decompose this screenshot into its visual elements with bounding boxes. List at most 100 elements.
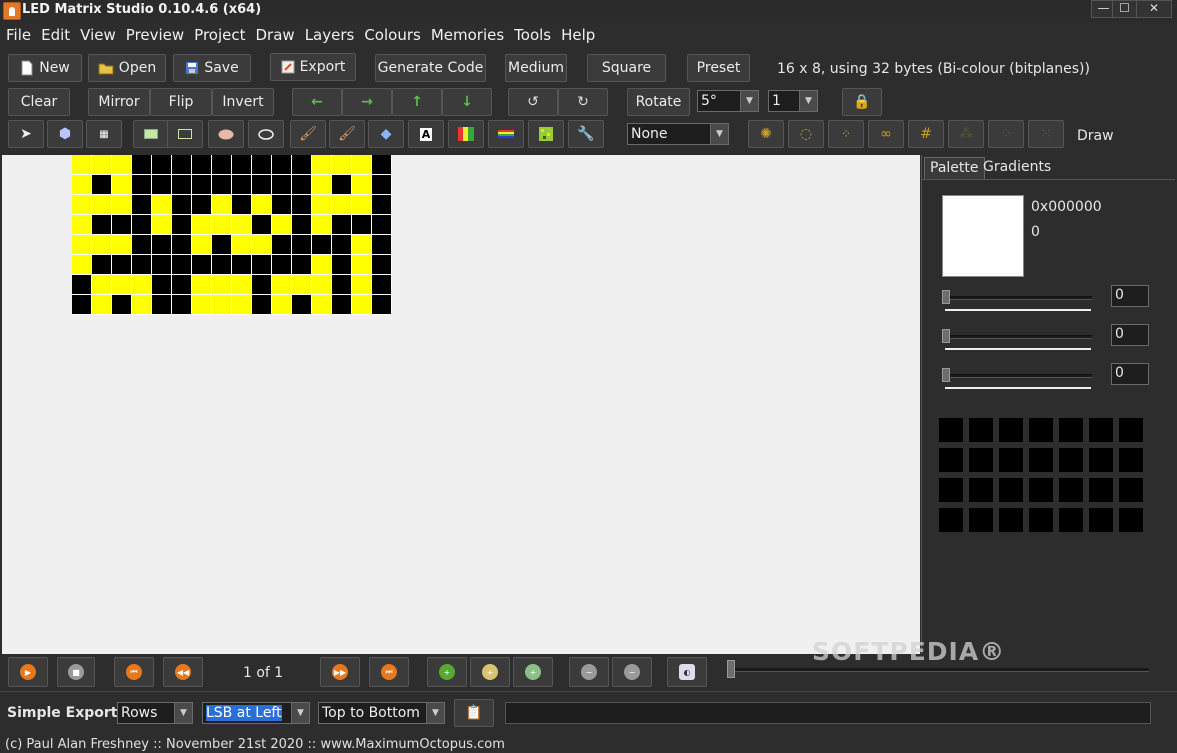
led-pixel[interactable] (152, 175, 172, 195)
led-pixel[interactable] (192, 255, 212, 275)
brush-tool-button[interactable]: 🖌 (329, 120, 365, 148)
pattern-grid-button[interactable]: # (908, 120, 944, 148)
led-pixel[interactable] (112, 235, 132, 255)
led-pixel[interactable] (312, 215, 332, 235)
led-pixel[interactable] (292, 155, 312, 175)
led-pixel[interactable] (212, 175, 232, 195)
filled-rect-button[interactable] (133, 120, 169, 148)
led-pixel[interactable] (152, 155, 172, 175)
green-value-input[interactable]: 0 (1111, 324, 1149, 346)
led-pixel[interactable] (292, 195, 312, 215)
led-pixel[interactable] (132, 155, 152, 175)
led-pixel[interactable] (292, 175, 312, 195)
tab-palette[interactable]: Palette (924, 157, 985, 179)
led-pixel[interactable] (112, 175, 132, 195)
led-pixel[interactable] (312, 235, 332, 255)
led-pixel[interactable] (272, 295, 292, 315)
led-pixel[interactable] (232, 255, 252, 275)
pattern-stairs-right-button[interactable]: ⁙ (1028, 120, 1064, 148)
lock-button[interactable]: 🔒 (842, 88, 882, 116)
menu-file[interactable]: File (0, 26, 35, 46)
colour-memory-slot[interactable] (1059, 418, 1083, 442)
led-pixel[interactable] (312, 295, 332, 315)
colour-memory-slot[interactable] (1029, 478, 1053, 502)
led-pixel[interactable] (352, 255, 372, 275)
filled-ellipse-button[interactable] (208, 120, 244, 148)
pattern-rings-button[interactable]: ∞ (868, 120, 904, 148)
led-pixel[interactable] (352, 275, 372, 295)
invert-button[interactable]: Invert (212, 88, 274, 116)
mirror-button[interactable]: Mirror (88, 88, 150, 116)
led-pixel[interactable] (352, 235, 372, 255)
scroll-down-button[interactable]: ↓ (442, 88, 492, 116)
menu-preview[interactable]: Preview (120, 26, 188, 46)
led-pixel[interactable] (72, 195, 92, 215)
pattern-stairs-left-button[interactable]: ⁘ (988, 120, 1024, 148)
led-pixel[interactable] (212, 195, 232, 215)
rotate-button[interactable]: Rotate (627, 88, 690, 116)
led-pixel[interactable] (132, 175, 152, 195)
led-pixel[interactable] (112, 195, 132, 215)
colour-memory-slot[interactable] (1029, 418, 1053, 442)
led-pixel[interactable] (192, 155, 212, 175)
fill-tool-button[interactable]: ◆ (368, 120, 404, 148)
led-pixel[interactable] (252, 295, 272, 315)
led-pixel[interactable] (272, 175, 292, 195)
colour-memory-slot[interactable] (1119, 448, 1143, 472)
led-pixel[interactable] (72, 275, 92, 295)
add-frame-copy-button[interactable]: + (470, 657, 510, 687)
colour-memory-slot[interactable] (1119, 478, 1143, 502)
colour-memory-slot[interactable] (1119, 418, 1143, 442)
colour-memory-slot[interactable] (939, 478, 963, 502)
led-pixel[interactable] (332, 215, 352, 235)
menu-draw[interactable]: Draw (250, 26, 299, 46)
colour-memory-slot[interactable] (939, 508, 963, 532)
led-pixel[interactable] (92, 215, 112, 235)
square-button[interactable]: Square (587, 54, 666, 82)
led-pixel[interactable] (372, 175, 392, 195)
led-pixel[interactable] (292, 215, 312, 235)
led-pixel[interactable] (232, 275, 252, 295)
colour-memory-slot[interactable] (1119, 508, 1143, 532)
led-pixel[interactable] (372, 295, 392, 315)
led-pixel[interactable] (132, 275, 152, 295)
medium-button[interactable]: Medium (505, 54, 567, 82)
rotate-angle-select[interactable]: 5° ▼ (697, 90, 759, 112)
preset-button[interactable]: Preset (687, 54, 750, 82)
led-pixel[interactable] (252, 275, 272, 295)
colour-memory-slot[interactable] (999, 508, 1023, 532)
led-pixel[interactable] (172, 255, 192, 275)
picker-button[interactable]: 🔧 (568, 120, 604, 148)
led-pixel[interactable] (332, 275, 352, 295)
led-pixel[interactable] (232, 295, 252, 315)
led-pixel[interactable] (232, 155, 252, 175)
led-pixel[interactable] (292, 295, 312, 315)
colour-memory-slot[interactable] (1029, 508, 1053, 532)
new-button[interactable]: New (8, 54, 82, 82)
tab-gradients[interactable]: Gradients (978, 157, 1056, 179)
led-pixel[interactable] (312, 175, 332, 195)
random-button[interactable] (528, 120, 564, 148)
menu-help[interactable]: Help (555, 26, 599, 46)
menu-colours[interactable]: Colours (358, 26, 424, 46)
led-pixel[interactable] (72, 295, 92, 315)
colour-memory-slot[interactable] (999, 418, 1023, 442)
led-pixel[interactable] (372, 235, 392, 255)
led-pixel[interactable] (92, 195, 112, 215)
led-pixel[interactable] (172, 175, 192, 195)
led-pixel[interactable] (332, 295, 352, 315)
led-pixel[interactable] (272, 195, 292, 215)
led-pixel[interactable] (152, 195, 172, 215)
select-tool-button[interactable]: ➤ (8, 120, 44, 148)
led-pixel[interactable] (352, 175, 372, 195)
colour-memory-slot[interactable] (1089, 448, 1113, 472)
led-pixel[interactable] (152, 235, 172, 255)
add-frame-button[interactable]: + (427, 657, 467, 687)
led-pixel[interactable] (332, 255, 352, 275)
gradient-select[interactable]: None ▼ (627, 123, 729, 145)
colour-memory-slot[interactable] (1059, 508, 1083, 532)
led-pixel[interactable] (112, 295, 132, 315)
led-pixel[interactable] (112, 155, 132, 175)
blue-slider-track[interactable] (944, 374, 1092, 378)
timeline-slider-thumb[interactable] (727, 660, 735, 678)
